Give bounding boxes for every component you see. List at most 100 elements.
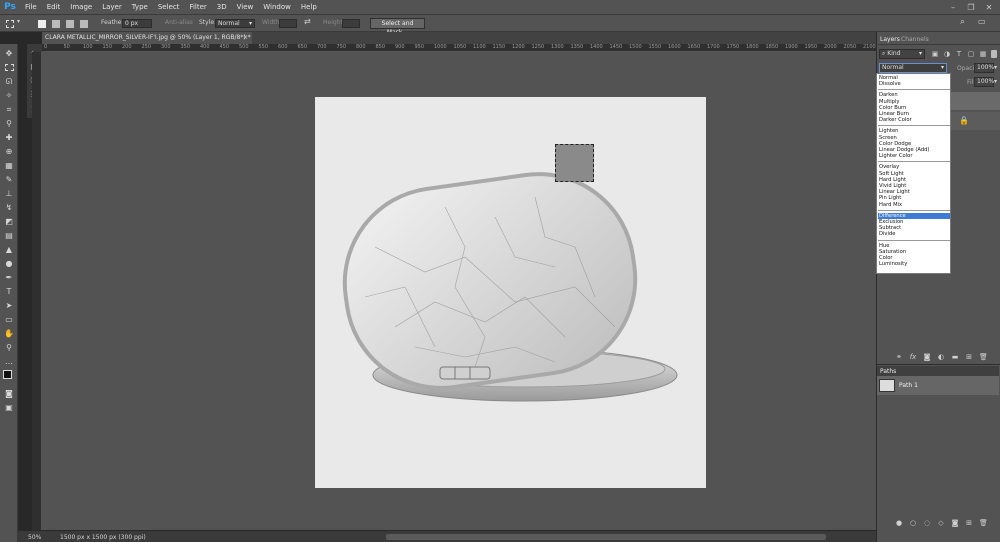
crop-tool-icon[interactable]: ⌗ <box>3 104 15 115</box>
add-selection-icon[interactable] <box>52 20 60 28</box>
layer-mask-icon[interactable]: ◙ <box>923 353 931 361</box>
style-select[interactable]: Normal ▾ <box>215 19 255 28</box>
quick-mask-icon[interactable]: ◙ <box>3 388 15 399</box>
blur-tool-icon[interactable]: ▲ <box>3 244 15 255</box>
fill-input[interactable]: 100% <box>974 77 994 87</box>
stroke-path-icon[interactable]: ○ <box>909 519 917 527</box>
trash-icon[interactable]: 🗑 <box>979 353 988 361</box>
layer-row[interactable] <box>951 92 1000 110</box>
blend-option-darken[interactable]: Darken <box>878 92 950 98</box>
feather-input[interactable]: 0 px <box>122 19 152 28</box>
blend-option-overlay[interactable]: Overlay <box>878 164 950 170</box>
canvas-area[interactable] <box>42 52 876 530</box>
blend-option-hard-light[interactable]: Hard Light <box>878 177 950 183</box>
blend-option-linear-burn[interactable]: Linear Burn <box>878 111 950 117</box>
marquee-tool-icon[interactable] <box>3 62 15 73</box>
document-tab[interactable]: CLARA METALLIC_MIRROR_SILVER-IF'I.jpg @ … <box>42 32 252 44</box>
chevron-down-icon[interactable]: ▾ <box>994 64 997 71</box>
tab-channels[interactable]: Channels <box>901 36 929 43</box>
screen-mode-icon[interactable]: ▣ <box>3 402 15 413</box>
search-icon[interactable]: ⌕ <box>960 17 965 27</box>
blend-option-soft-light[interactable]: Soft Light <box>878 171 950 177</box>
bandage-tool-icon[interactable]: ▦ <box>3 160 15 171</box>
blend-option-lighter-color[interactable]: Lighter Color <box>878 153 950 159</box>
menu-3d[interactable]: 3D <box>212 3 232 11</box>
blend-option-divide[interactable]: Divide <box>878 231 950 237</box>
opacity-input[interactable]: 100% <box>974 63 994 73</box>
width-input[interactable] <box>279 19 297 28</box>
group-folder-icon[interactable]: ▬ <box>951 353 959 361</box>
layer-filter-select[interactable]: ⌕ Kind ▾ <box>879 49 925 59</box>
lasso-tool-icon[interactable]: ᘏ <box>3 76 15 87</box>
blend-option-subtract[interactable]: Subtract <box>878 225 950 231</box>
select-and-mask-button[interactable]: Select and Mask... <box>370 18 425 36</box>
blend-option-exclusion[interactable]: Exclusion <box>878 219 950 225</box>
filter-type-icon[interactable]: T <box>955 50 963 58</box>
tab-paths[interactable]: Paths <box>880 368 896 375</box>
move-tool-icon[interactable]: ✥ <box>3 48 15 59</box>
menu-image[interactable]: Image <box>65 3 97 11</box>
fill-path-icon[interactable]: ● <box>895 519 903 527</box>
zoom-level[interactable]: 50% <box>28 534 41 541</box>
restore-button[interactable]: ❐ <box>962 0 980 14</box>
pen-tool-icon[interactable]: ✒ <box>3 272 15 283</box>
menu-select[interactable]: Select <box>153 3 185 11</box>
eyedropper-tool-icon[interactable]: ⚲ <box>3 118 15 129</box>
foreground-color-swatch[interactable] <box>3 370 12 379</box>
rectangle-tool-icon[interactable]: ▭ <box>3 314 15 325</box>
zoom-tool-icon[interactable]: ⚲ <box>3 342 15 353</box>
close-tab-icon[interactable]: × <box>243 32 248 44</box>
hand-tool-icon[interactable]: ✋ <box>3 328 15 339</box>
tab-layers[interactable]: Layers <box>880 36 900 43</box>
blend-option-lighten[interactable]: Lighten <box>878 128 950 134</box>
chevron-down-icon[interactable]: ▾ <box>994 78 997 85</box>
menu-type[interactable]: Type <box>127 3 153 11</box>
blend-option-dissolve[interactable]: Dissolve <box>878 81 950 87</box>
filter-pixel-icon[interactable]: ▣ <box>931 50 939 58</box>
menu-filter[interactable]: Filter <box>184 3 211 11</box>
swap-icon[interactable]: ⇄ <box>304 17 311 26</box>
blend-option-luminosity[interactable]: Luminosity <box>878 261 950 267</box>
fx-icon[interactable]: fx <box>909 353 917 361</box>
blend-option-color[interactable]: Color <box>878 255 950 261</box>
add-mask-icon[interactable]: ◙ <box>951 519 959 527</box>
filter-shape-icon[interactable]: ▢ <box>967 50 975 58</box>
blend-option-linear-light[interactable]: Linear Light <box>878 189 950 195</box>
menu-window[interactable]: Window <box>258 3 296 11</box>
magic-wand-tool-icon[interactable]: ✧ <box>3 90 15 101</box>
more-tools-icon[interactable]: … <box>3 356 15 367</box>
menu-edit[interactable]: Edit <box>42 3 66 11</box>
path-row[interactable]: Path 1 <box>877 376 999 395</box>
document-image[interactable] <box>315 97 706 488</box>
intersect-selection-icon[interactable] <box>80 20 88 28</box>
blend-option-pin-light[interactable]: Pin Light <box>878 195 950 201</box>
eraser-tool-icon[interactable]: ◩ <box>3 216 15 227</box>
menu-help[interactable]: Help <box>296 3 322 11</box>
chevron-down-icon[interactable]: ▾ <box>17 18 20 25</box>
filter-smart-object-icon[interactable]: ▦ <box>979 50 987 58</box>
type-tool-icon[interactable]: T <box>3 286 15 297</box>
filter-adjustment-icon[interactable]: ◑ <box>943 50 951 58</box>
menu-view[interactable]: View <box>232 3 259 11</box>
blend-option-multiply[interactable]: Multiply <box>878 99 950 105</box>
blend-option-screen[interactable]: Screen <box>878 135 950 141</box>
blend-option-normal[interactable]: Normal <box>878 75 950 81</box>
blend-option-vivid-light[interactable]: Vivid Light <box>878 183 950 189</box>
blend-option-difference[interactable]: Difference <box>878 212 950 219</box>
brush-tool-icon[interactable]: ✎ <box>3 174 15 185</box>
patch-tool-icon[interactable]: ⊕ <box>3 146 15 157</box>
layer-row[interactable]: 🔒 <box>951 112 1000 130</box>
marquee-tool-icon[interactable] <box>6 20 14 28</box>
blend-option-hard-mix[interactable]: Hard Mix <box>878 202 950 208</box>
menu-layer[interactable]: Layer <box>97 3 127 11</box>
blend-mode-select[interactable]: Normal ▾ <box>879 63 947 73</box>
clone-stamp-tool-icon[interactable]: ⊥ <box>3 188 15 199</box>
blend-option-color-dodge[interactable]: Color Dodge <box>878 141 950 147</box>
load-selection-icon[interactable]: ◌ <box>923 519 931 527</box>
blend-option-linear-dodge-add[interactable]: Linear Dodge (Add) <box>878 147 950 153</box>
new-path-icon[interactable]: ⊞ <box>965 519 973 527</box>
new-layer-icon[interactable]: ⊞ <box>965 353 973 361</box>
subtract-selection-icon[interactable] <box>66 20 74 28</box>
new-selection-icon[interactable] <box>38 20 46 28</box>
healing-brush-tool-icon[interactable]: ✚ <box>3 132 15 143</box>
